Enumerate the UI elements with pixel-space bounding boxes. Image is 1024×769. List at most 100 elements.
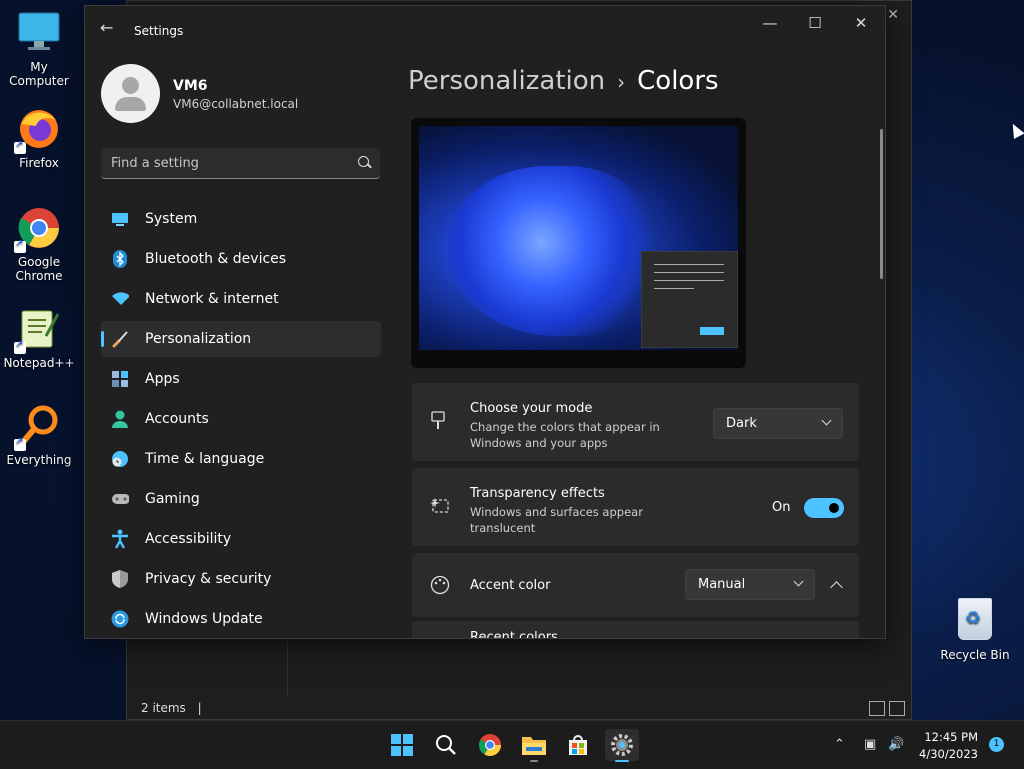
sidebar-item-label: System [145,211,198,227]
card-title: Choose your mode [470,401,593,416]
sidebar-item-label: Bluetooth & devices [145,251,287,267]
running-indicator [530,760,538,762]
chrome-icon [14,205,62,253]
avatar [101,64,160,123]
palette-icon [430,575,450,600]
sidebar-item-gaming[interactable]: Gaming [101,481,381,517]
desktop-icon-label: Notepad++ [3,356,75,370]
taskbar-chrome[interactable] [473,729,507,761]
sidebar-item-label: Privacy & security [145,571,272,587]
sidebar-item-label: Time & language [145,451,265,467]
notification-badge[interactable]: 1 [989,737,1004,752]
accent-dropdown[interactable]: Manual [685,569,815,600]
sidebar-item-apps[interactable]: Apps [101,361,381,397]
toggle-state-label: On [772,500,791,515]
apps-icon [111,370,129,388]
minimize-button[interactable]: — [755,14,785,32]
firefox-icon [14,106,62,154]
chevron-up-icon[interactable] [830,581,843,594]
sidebar-item-label: Network & internet [145,291,279,307]
taskbar-file-explorer[interactable] [517,729,551,762]
back-arrow-icon[interactable]: ← [100,18,113,37]
brush-icon [111,330,129,348]
title-bar: ← Settings — ☐ ✕ [85,6,885,52]
sidebar-item-accessibility[interactable]: Accessibility [101,521,381,557]
folder-icon [522,737,546,755]
recent-colors-card: Recent colors [412,621,859,639]
store-bag-icon [569,735,587,755]
taskbar-store[interactable] [561,729,595,761]
taskbar: ⌃ ▣ 🔊 12:45 PM 4/30/2023 1 [0,720,1024,769]
details-view-icon[interactable] [869,701,885,716]
bloom-wallpaper-graphic [447,166,657,336]
sidebar-item-privacy[interactable]: Privacy & security [101,561,381,597]
transparency-toggle[interactable] [804,498,844,518]
sidebar-item-system[interactable]: System [101,201,381,237]
taskbar-settings[interactable] [605,729,639,762]
network-icon[interactable]: ▣ [864,737,876,752]
volume-icon[interactable]: 🔊 [888,737,904,752]
desktop-icon-firefox[interactable]: Firefox [1,106,77,170]
bluetooth-icon [111,250,129,268]
search-icon [436,735,456,755]
scrollbar[interactable] [880,129,883,279]
breadcrumb-parent[interactable]: Personalization [408,66,605,96]
chevron-right-icon: › [617,70,626,94]
maximize-button[interactable]: ☐ [800,14,830,32]
item-count: 2 items [141,701,186,715]
user-email: VM6@collabnet.local [173,97,299,111]
search-input[interactable]: Find a setting [101,148,380,179]
sidebar-item-windows-update[interactable]: Windows Update [101,601,381,637]
sidebar-item-accounts[interactable]: Accounts [101,401,381,437]
sidebar-item-personalization[interactable]: Personalization [101,321,381,357]
desktop-icon-notepadpp[interactable]: Notepad++ [1,306,77,370]
chevron-up-icon[interactable]: ⌃ [834,737,845,752]
paintbrush-icon [430,411,446,436]
shield-icon [111,570,129,588]
monitor-icon [16,10,62,56]
close-icon[interactable]: ✕ [887,7,899,23]
theme-preview-image [411,118,746,368]
desktop-icon-chrome[interactable]: Google Chrome [1,205,77,283]
active-indicator [615,760,629,762]
divider: | [197,701,202,715]
desktop-icon-label: Firefox [19,156,59,170]
settings-window: ← Settings — ☐ ✕ VM6 VM6@collabnet.local… [84,5,886,639]
shortcut-arrow-icon [14,238,26,253]
dropdown-value: Manual [698,577,746,592]
chevron-down-icon [821,415,832,426]
sidebar-item-label: Accounts [145,411,209,427]
desktop-icon-label: Recycle Bin [940,648,1010,662]
sidebar-item-bluetooth[interactable]: Bluetooth & devices [101,241,381,277]
sidebar-item-network[interactable]: Network & internet [101,281,381,317]
refresh-icon [111,610,129,628]
search-button[interactable] [429,729,463,761]
tiles-view-icon[interactable] [889,701,905,716]
shortcut-arrow-icon [14,139,26,154]
desktop-icon-label: My Computer [9,60,69,88]
window-title: Settings [134,24,184,38]
sidebar-item-time-language[interactable]: Time & language [101,441,381,477]
user-profile[interactable]: VM6 VM6@collabnet.local [101,64,298,123]
card-title: Recent colors [470,630,558,639]
system-clock[interactable]: 12:45 PM 4/30/2023 [919,729,978,763]
card-title: Transparency effects [470,486,605,501]
desktop-icon-everything[interactable]: Everything [1,403,77,467]
sidebar-item-label: Accessibility [145,531,232,547]
start-button[interactable] [385,729,419,761]
view-toggle-group [869,701,905,716]
desktop-icon-my-computer[interactable]: My Computer [1,10,77,88]
close-button[interactable]: ✕ [846,14,876,32]
sidebar-item-label: Gaming [145,491,200,507]
card-title: Accent color [470,578,551,593]
mode-dropdown[interactable]: Dark [713,408,843,439]
accessibility-icon [111,529,129,549]
accent-swatch [700,327,724,335]
clock-date: 4/30/2023 [919,747,978,761]
recycle-bin-icon [958,598,992,640]
desktop-icon-recycle-bin[interactable]: Recycle Bin [940,596,1010,662]
search-icon[interactable] [358,156,369,167]
shortcut-arrow-icon [14,436,26,451]
sparkle-window-icon [430,497,450,520]
card-description: Change the colors that appear in Windows… [470,420,660,450]
